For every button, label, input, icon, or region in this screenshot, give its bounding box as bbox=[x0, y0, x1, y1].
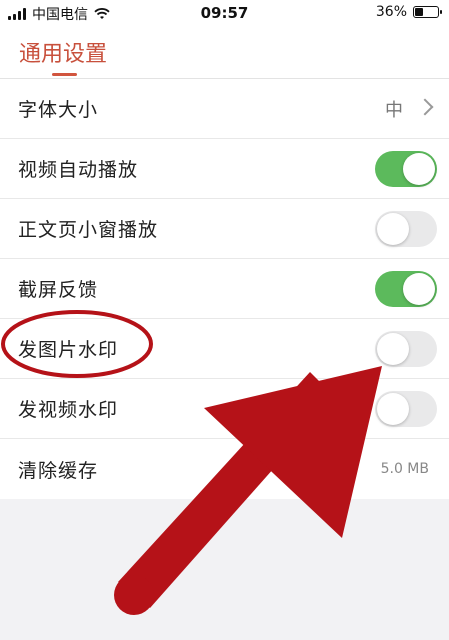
tab-general-settings[interactable]: 通用设置 bbox=[19, 36, 107, 68]
toggle-knob bbox=[403, 153, 435, 185]
toggle-knob bbox=[377, 333, 409, 365]
setting-image-watermark: 发图片水印 bbox=[0, 319, 449, 379]
font-size-value: 中 bbox=[385, 99, 403, 121]
toggle-knob bbox=[403, 273, 435, 305]
toggle-knob bbox=[377, 213, 409, 245]
pip-playback-toggle[interactable] bbox=[375, 211, 437, 247]
setting-video-watermark: 发视频水印 bbox=[0, 379, 449, 439]
setting-video-autoplay: 视频自动播放 bbox=[0, 139, 449, 199]
settings-list: 字体大小 中 视频自动播放 正文页小窗播放 截屏反馈 发图片水印 发视频水印 清… bbox=[0, 79, 449, 499]
cache-size-value: 5.0 MB bbox=[380, 461, 429, 477]
battery-icon bbox=[413, 6, 442, 18]
setting-label: 清除缓存 bbox=[18, 459, 99, 482]
setting-label: 视频自动播放 bbox=[18, 159, 139, 181]
status-bar: 中国电信 09:57 36% bbox=[0, 0, 449, 26]
settings-screen: 中国电信 09:57 36% 通用设置 字体大小 中 视频自动播放 正文页小窗播… bbox=[0, 0, 449, 640]
setting-clear-cache[interactable]: 清除缓存 5.0 MB bbox=[0, 439, 449, 499]
toggle-knob bbox=[377, 393, 409, 425]
image-watermark-toggle[interactable] bbox=[375, 331, 437, 367]
video-autoplay-toggle[interactable] bbox=[375, 151, 437, 187]
screenshot-feedback-toggle[interactable] bbox=[375, 271, 437, 307]
setting-font-size[interactable]: 字体大小 中 bbox=[0, 79, 449, 139]
setting-label: 截屏反馈 bbox=[18, 279, 99, 301]
setting-pip-playback: 正文页小窗播放 bbox=[0, 199, 449, 259]
video-watermark-toggle[interactable] bbox=[375, 391, 437, 427]
setting-label: 发图片水印 bbox=[18, 339, 119, 361]
setting-label: 正文页小窗播放 bbox=[18, 219, 159, 241]
status-right: 36% bbox=[375, 4, 442, 20]
setting-label: 字体大小 bbox=[18, 99, 99, 121]
chevron-right-icon bbox=[416, 98, 434, 116]
tab-indicator bbox=[52, 73, 77, 76]
setting-label: 发视频水印 bbox=[18, 399, 119, 421]
battery-percent: 36% bbox=[375, 4, 407, 20]
page-header: 通用设置 bbox=[0, 26, 449, 79]
setting-screenshot-feedback: 截屏反馈 bbox=[0, 259, 449, 319]
